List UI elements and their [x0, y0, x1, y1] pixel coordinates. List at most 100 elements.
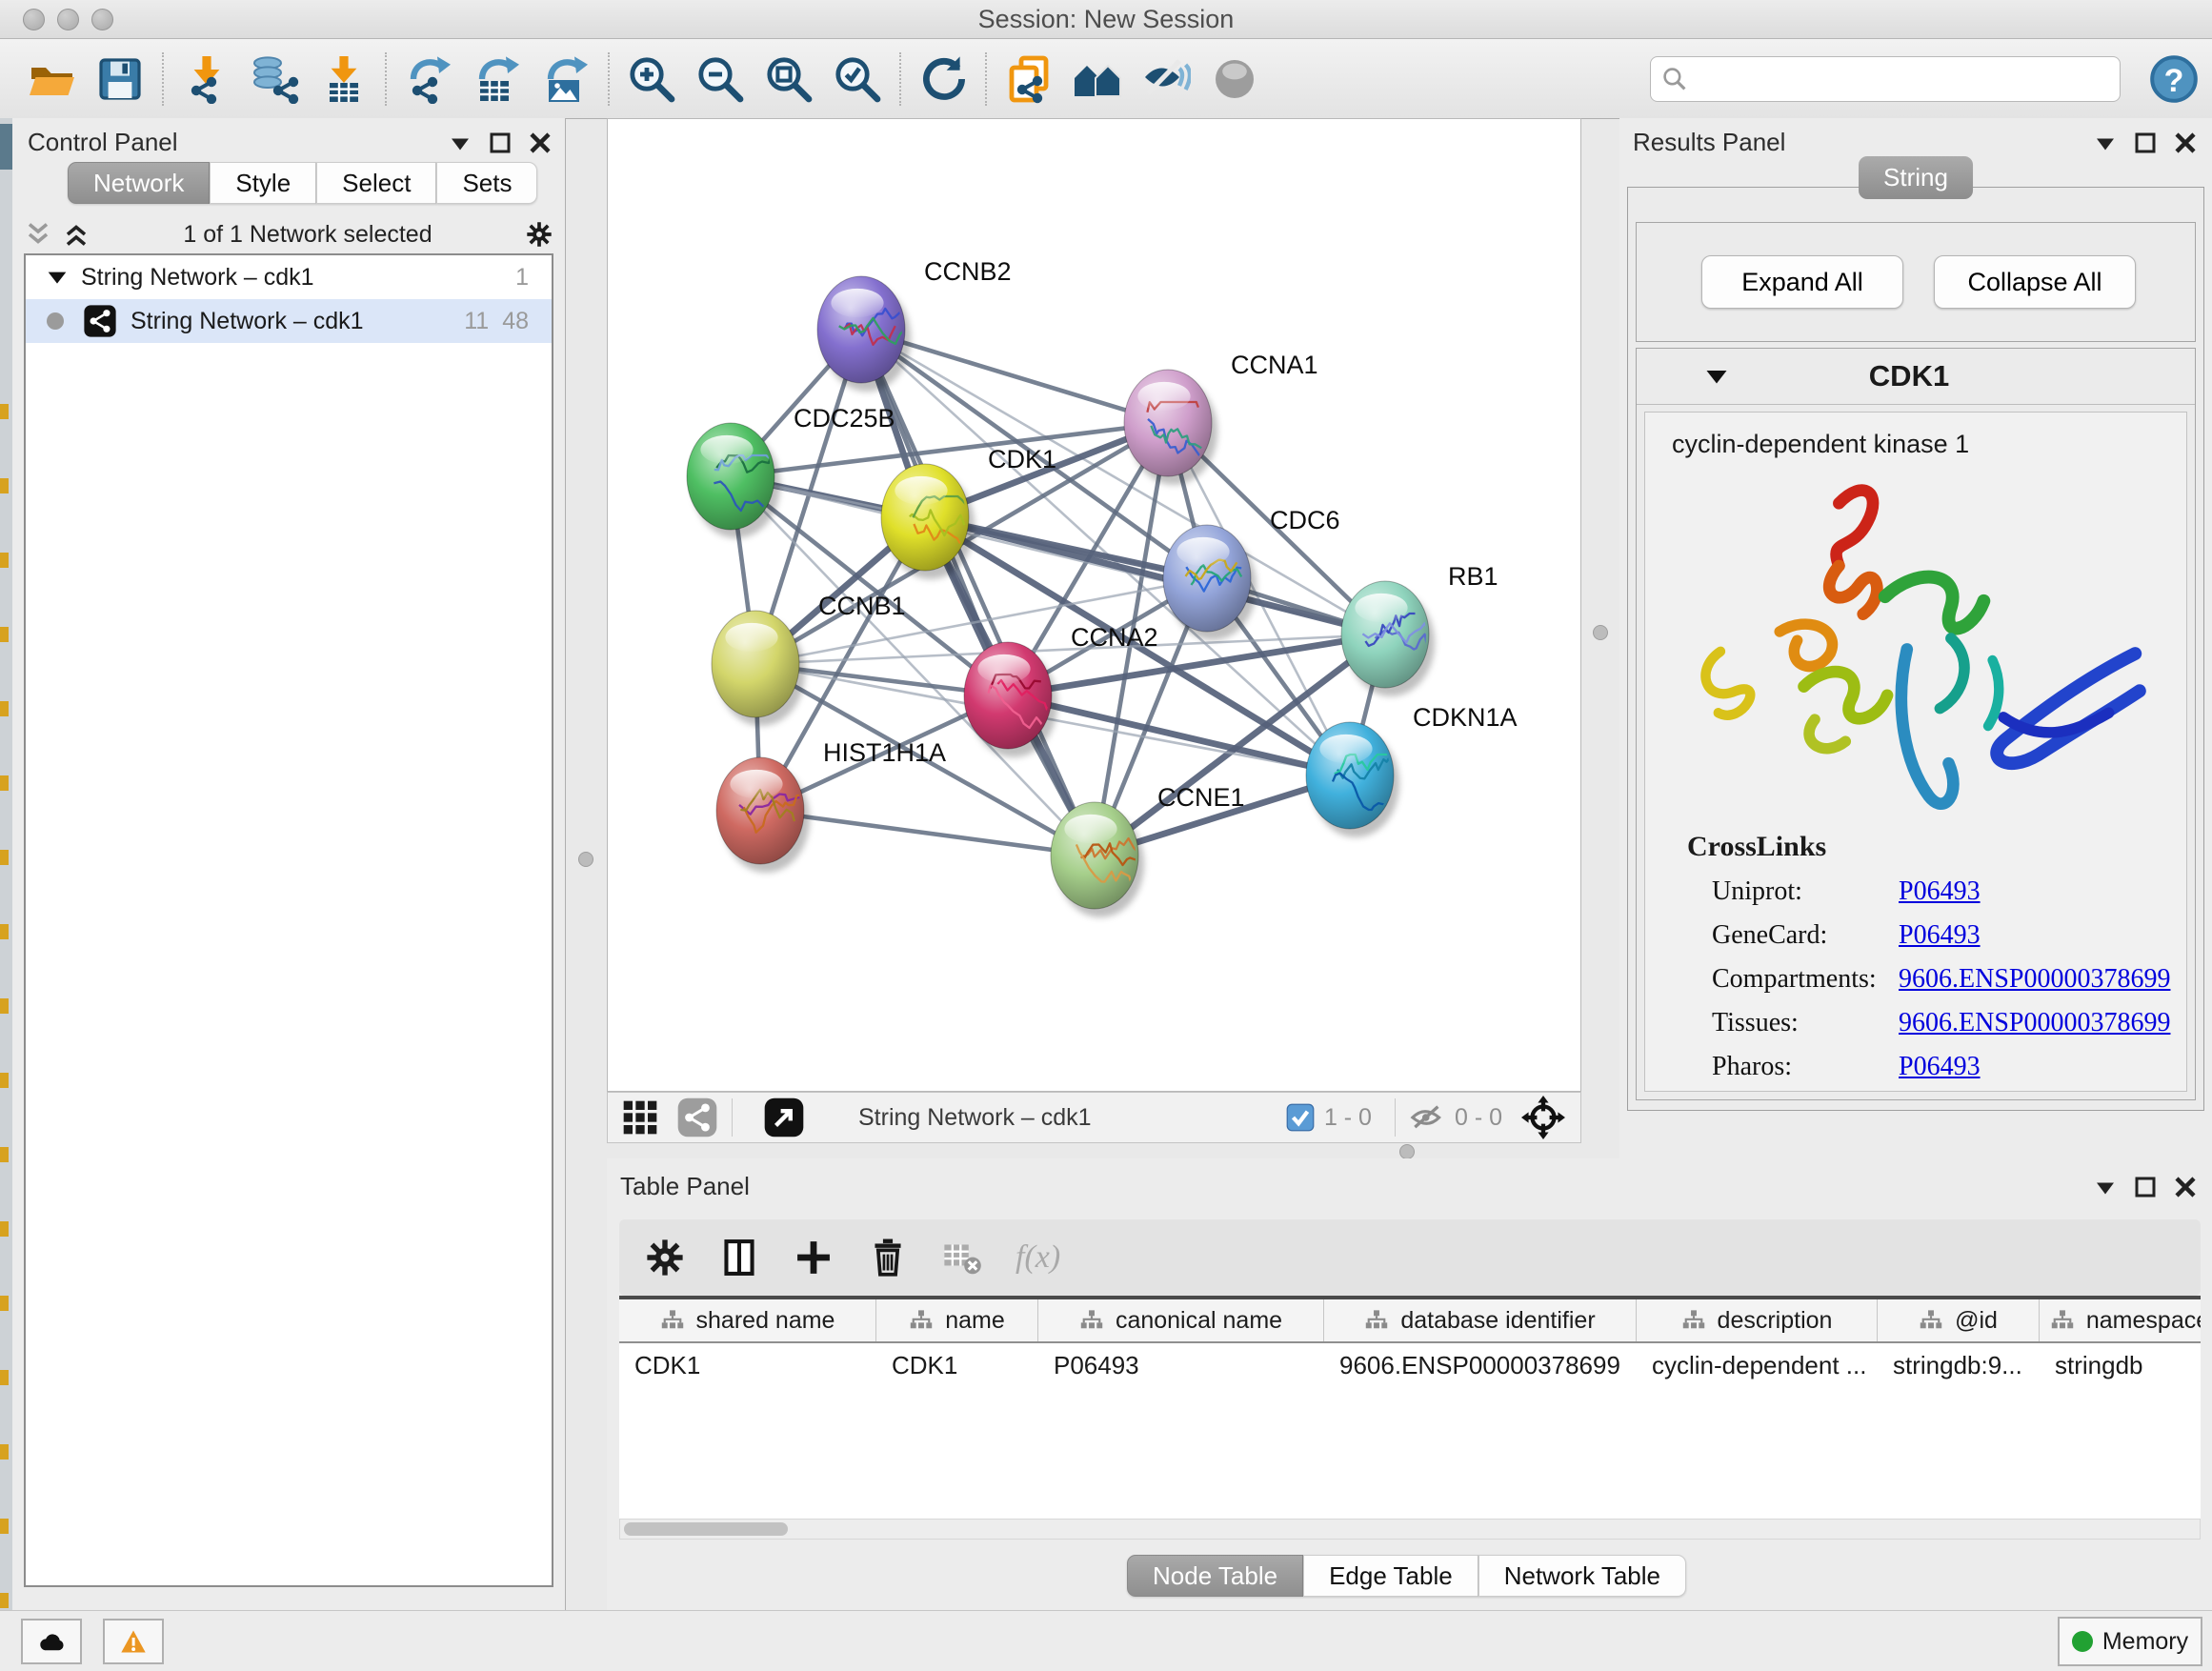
tab-style[interactable]: Style [210, 162, 316, 204]
node-CCNA1[interactable]: CCNA1 [1124, 351, 1318, 485]
refresh-view-button[interactable] [909, 48, 977, 111]
crosslink-link[interactable]: P06493 [1899, 920, 1981, 951]
node-count: 11 [464, 308, 489, 335]
crosslink-link[interactable]: 9606.ENSP00000378699 [1899, 964, 2170, 995]
search-input[interactable] [1695, 65, 2120, 93]
node-CCNB2[interactable]: CCNB2 [817, 257, 1012, 392]
cloud-services-button[interactable] [21, 1619, 82, 1664]
table-options-gear-icon[interactable] [644, 1237, 686, 1278]
node-CCNA2[interactable]: CCNA2 [964, 623, 1158, 757]
scrollbar-thumb[interactable] [624, 1522, 788, 1536]
tab-sets[interactable]: Sets [436, 162, 537, 204]
tab-node-table[interactable]: Node Table [1127, 1555, 1303, 1597]
column-header-canonical-name[interactable]: canonical name [1038, 1299, 1324, 1341]
clone-network-button[interactable] [995, 48, 1063, 111]
column-header-name[interactable]: name [876, 1299, 1038, 1341]
hidden-eye-icon[interactable] [1409, 1103, 1445, 1132]
hide-selected-button[interactable] [1132, 48, 1200, 111]
crosslink-link[interactable]: 9606.ENSP00000378699 [1899, 1008, 2170, 1038]
table-row[interactable]: CDK1CDK1P064939606.ENSP00000378699cyclin… [619, 1343, 2201, 1387]
refresh-view-icon [918, 54, 968, 104]
open-session-button[interactable] [17, 48, 86, 111]
crosslink-link[interactable]: P06493 [1899, 876, 1981, 907]
crosslink-label: Uniprot: [1712, 876, 1899, 907]
memory-button[interactable]: Memory [2058, 1617, 2202, 1666]
panel-menu-icon[interactable] [2094, 1176, 2117, 1198]
float-panel-icon[interactable] [489, 131, 512, 154]
close-panel-icon[interactable] [2174, 1176, 2197, 1198]
panel-menu-icon[interactable] [449, 131, 472, 154]
results-tab-string[interactable]: String [1859, 156, 1973, 199]
delete-column-trash-icon[interactable] [867, 1237, 909, 1278]
network-overview-icon [1073, 54, 1122, 104]
search-box[interactable] [1650, 56, 2121, 102]
collection-caret-icon[interactable] [47, 270, 68, 285]
network-overview-button[interactable] [1063, 48, 1132, 111]
zoom-in-button[interactable] [617, 48, 686, 111]
edge-CDK1-RB1[interactable] [925, 517, 1385, 634]
network-collection-row[interactable]: String Network – cdk1 1 [26, 255, 552, 299]
open-in-new-window-icon[interactable] [763, 1097, 805, 1138]
notifications-button[interactable] [103, 1619, 164, 1664]
export-network-to-file-button[interactable] [394, 48, 463, 111]
table-panel: Table Panel [607, 1158, 2212, 1610]
close-panel-icon[interactable] [2174, 131, 2197, 154]
node-CDC6[interactable]: CDC6 [1163, 506, 1340, 640]
node-label-CDC6: CDC6 [1270, 506, 1340, 534]
crosslink-link[interactable]: P06493 [1899, 1052, 1981, 1082]
selected-nodes-checkbox-icon[interactable] [1286, 1103, 1315, 1132]
create-column-plus-icon[interactable] [793, 1237, 835, 1278]
save-session-button[interactable] [86, 48, 154, 111]
expand-all-button[interactable]: Expand All [1701, 255, 1903, 309]
network-row-selected[interactable]: String Network – cdk1 11 48 [26, 299, 552, 343]
table-tabs: Node Table Edge Table Network Table [1127, 1555, 1686, 1597]
table-horizontal-scrollbar[interactable] [619, 1519, 2201, 1540]
tab-select[interactable]: Select [316, 162, 436, 204]
edge-HIST1H1A-CCNE1[interactable] [760, 811, 1095, 856]
column-header-namespace[interactable]: namespace [2040, 1299, 2201, 1341]
column-header--id[interactable]: @id [1878, 1299, 2040, 1341]
close-panel-icon[interactable] [529, 131, 552, 154]
column-header-database-identifier[interactable]: database identifier [1324, 1299, 1637, 1341]
import-network-from-database-button[interactable] [240, 48, 309, 111]
node-RB1[interactable]: RB1 [1341, 562, 1498, 696]
right-splitter[interactable] [1581, 118, 1623, 1092]
show-columns-icon[interactable] [718, 1237, 760, 1278]
entry-caret-icon[interactable] [1705, 368, 1728, 385]
tab-network-table[interactable]: Network Table [1478, 1555, 1686, 1597]
node-CCNE1[interactable]: CCNE1 [1051, 783, 1245, 917]
network-options-gear-icon[interactable] [525, 220, 553, 249]
expand-all-icon[interactable] [62, 220, 90, 249]
birdseye-view-icon[interactable] [676, 1097, 718, 1138]
status-bar: Memory [0, 1610, 2212, 1671]
network-canvas[interactable]: CCNB2CCNA1CDC25BCDK1CDC6RB1CCNB1CCNA2CDK… [607, 118, 1581, 1092]
export-table-to-file-button[interactable] [463, 48, 532, 111]
collapse-all-icon[interactable] [24, 220, 52, 249]
import-table-from-file-button[interactable] [309, 48, 377, 111]
float-panel-icon[interactable] [2134, 1176, 2157, 1198]
node-CDKN1A[interactable]: CDKN1A [1306, 703, 1518, 837]
svg-text:?: ? [2164, 63, 2184, 99]
fit-selected-crosshair-icon[interactable] [1521, 1096, 1565, 1139]
node-HIST1H1A[interactable]: HIST1H1A [716, 738, 946, 873]
tab-network[interactable]: Network [68, 162, 210, 204]
grid-view-icon[interactable] [621, 1098, 659, 1137]
collapse-all-button[interactable]: Collapse All [1934, 255, 2136, 309]
network-view-title: String Network – cdk1 [858, 1104, 1092, 1132]
zoom-out-icon [695, 54, 745, 104]
zoom-selected-button[interactable] [823, 48, 892, 111]
help-button[interactable]: ? [2145, 48, 2202, 111]
show-hidden-button[interactable] [1200, 48, 1269, 111]
fit-content-button[interactable] [754, 48, 823, 111]
cdk1-entry-header[interactable]: CDK1 [1637, 349, 2195, 405]
table-cell: CDK1 [876, 1351, 1038, 1380]
panel-menu-icon[interactable] [2094, 131, 2117, 154]
zoom-out-button[interactable] [686, 48, 754, 111]
import-network-from-file-button[interactable] [171, 48, 240, 111]
column-header-shared-name[interactable]: shared name [619, 1299, 876, 1341]
column-header-description[interactable]: description [1637, 1299, 1878, 1341]
float-panel-icon[interactable] [2134, 131, 2157, 154]
export-network-image-button[interactable] [532, 48, 600, 111]
tab-edge-table[interactable]: Edge Table [1303, 1555, 1478, 1597]
left-splitter[interactable] [565, 118, 607, 1092]
